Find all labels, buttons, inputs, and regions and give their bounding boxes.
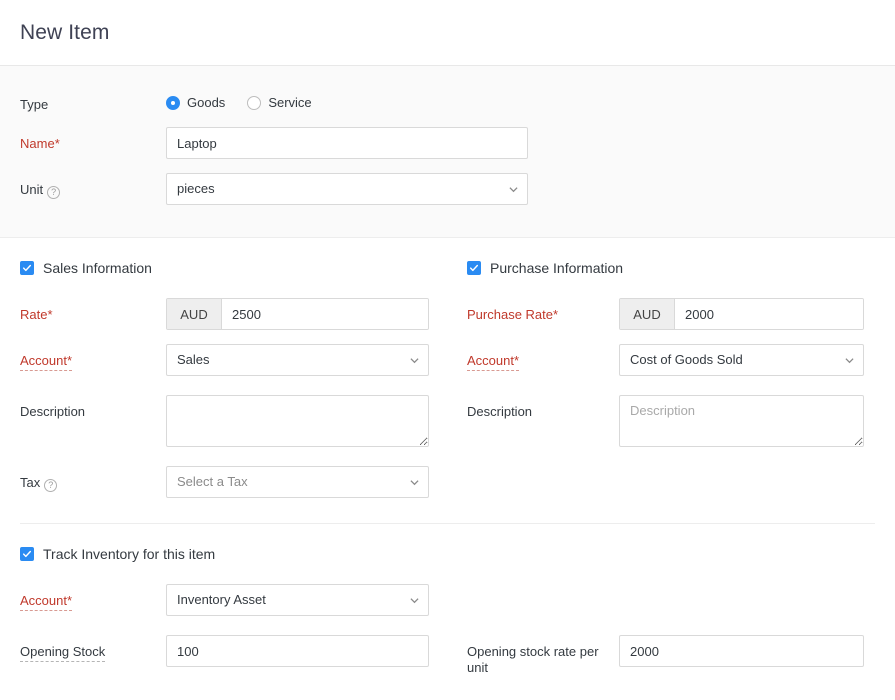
- purchase-account-required-star: *: [514, 353, 519, 368]
- opening-stock-row: Opening Stock: [0, 635, 447, 667]
- name-input[interactable]: [166, 127, 528, 159]
- sales-information-checkbox[interactable]: [20, 261, 34, 275]
- sales-tax-row: Tax? Select a Tax: [0, 466, 447, 503]
- inventory-account-select-value[interactable]: Inventory Asset: [166, 584, 429, 616]
- radio-service-indicator[interactable]: [247, 96, 261, 110]
- opening-rate-label: Opening stock rate per unit: [447, 635, 619, 676]
- inventory-account-label-inner: Account*: [20, 593, 72, 611]
- type-label: Type: [0, 88, 166, 113]
- sales-purchase-columns: Sales Information Rate* AUD Account* Sal…: [0, 238, 895, 517]
- opening-stock-label: Opening Stock: [0, 635, 166, 660]
- type-row: Type Goods Service: [0, 88, 895, 113]
- purchase-rate-label: Purchase Rate*: [447, 298, 619, 323]
- opening-stock-input[interactable]: [166, 635, 429, 667]
- purchase-account-label: Account*: [447, 344, 619, 369]
- sales-description-label: Description: [0, 395, 166, 420]
- help-icon[interactable]: ?: [44, 479, 57, 492]
- name-label-text: Name: [20, 136, 55, 151]
- sales-tax-select-value[interactable]: Select a Tax: [166, 466, 429, 498]
- purchase-description-label: Description: [447, 395, 619, 420]
- purchase-information-header[interactable]: Purchase Information: [447, 260, 894, 276]
- radio-goods-indicator[interactable]: [166, 96, 180, 110]
- track-inventory-title: Track Inventory for this item: [43, 546, 215, 562]
- sales-tax-label-text: Tax: [20, 475, 40, 490]
- purchase-account-label-inner: Account*: [467, 353, 519, 371]
- inventory-account-select[interactable]: Inventory Asset: [166, 584, 429, 616]
- opening-rate-col: Opening stock rate per unit: [447, 635, 894, 690]
- inventory-stock-columns: Opening Stock Opening stock rate per uni…: [0, 635, 895, 690]
- sales-description-row: Description: [0, 395, 447, 452]
- track-inventory-header[interactable]: Track Inventory for this item: [0, 546, 895, 562]
- unit-label: Unit?: [0, 173, 166, 199]
- purchase-rate-row: Purchase Rate* AUD: [447, 298, 894, 330]
- purchase-account-row: Account* Cost of Goods Sold: [447, 344, 894, 381]
- purchase-rate-input[interactable]: [675, 299, 863, 329]
- sales-rate-label-text: Rate: [20, 307, 47, 322]
- purchase-description-row: Description: [447, 395, 894, 452]
- purchase-rate-group[interactable]: AUD: [619, 298, 864, 330]
- track-inventory-section: Track Inventory for this item Account* I…: [0, 524, 895, 690]
- name-required-star: *: [55, 136, 60, 151]
- purchase-information-checkbox[interactable]: [467, 261, 481, 275]
- sales-description-textarea[interactable]: [166, 395, 429, 447]
- type-radio-group[interactable]: Goods Service: [166, 88, 895, 110]
- sales-information-title: Sales Information: [43, 260, 152, 276]
- purchase-account-label-text: Account: [467, 353, 514, 368]
- purchase-rate-label-text: Purchase Rate: [467, 307, 553, 322]
- purchase-account-select[interactable]: Cost of Goods Sold: [619, 344, 864, 376]
- sales-rate-input[interactable]: [222, 299, 428, 329]
- sales-tax-label: Tax?: [0, 466, 166, 492]
- sales-account-select-value[interactable]: Sales: [166, 344, 429, 376]
- sales-rate-row: Rate* AUD: [0, 298, 447, 330]
- sales-account-label: Account*: [0, 344, 166, 369]
- opening-rate-row: Opening stock rate per unit: [447, 635, 894, 676]
- opening-rate-input[interactable]: [619, 635, 864, 667]
- sales-account-label-text: Account: [20, 353, 67, 368]
- purchase-rate-currency: AUD: [620, 299, 675, 329]
- unit-select[interactable]: pieces: [166, 173, 528, 205]
- purchase-rate-required-star: *: [553, 307, 558, 322]
- sales-account-row: Account* Sales: [0, 344, 447, 381]
- basic-info-section: Type Goods Service Name* Unit? pieces: [0, 66, 895, 238]
- unit-row: Unit? pieces: [0, 173, 895, 210]
- track-inventory-checkbox[interactable]: [20, 547, 34, 561]
- purchase-account-select-value[interactable]: Cost of Goods Sold: [619, 344, 864, 376]
- inventory-account-required-star: *: [67, 593, 72, 608]
- sales-rate-group[interactable]: AUD: [166, 298, 429, 330]
- sales-tax-select[interactable]: Select a Tax: [166, 466, 429, 498]
- sales-account-label-inner: Account*: [20, 353, 72, 371]
- opening-stock-label-text: Opening Stock: [20, 644, 105, 662]
- inventory-account-row: Account* Inventory Asset: [0, 584, 895, 621]
- sales-rate-currency: AUD: [167, 299, 222, 329]
- sales-rate-label: Rate*: [0, 298, 166, 323]
- help-icon[interactable]: ?: [47, 186, 60, 199]
- name-label: Name*: [0, 127, 166, 152]
- radio-goods-label: Goods: [187, 95, 225, 110]
- page-header: New Item: [0, 0, 895, 66]
- purchase-information-title: Purchase Information: [490, 260, 623, 276]
- purchase-description-textarea[interactable]: [619, 395, 864, 447]
- radio-goods[interactable]: Goods: [166, 95, 225, 110]
- sales-information-header[interactable]: Sales Information: [0, 260, 447, 276]
- sales-information-section: Sales Information Rate* AUD Account* Sal…: [0, 260, 447, 517]
- name-row: Name*: [0, 127, 895, 159]
- opening-stock-col: Opening Stock: [0, 635, 447, 690]
- unit-select-value[interactable]: pieces: [166, 173, 528, 205]
- radio-service[interactable]: Service: [247, 95, 311, 110]
- purchase-information-section: Purchase Information Purchase Rate* AUD …: [447, 260, 894, 517]
- radio-service-label: Service: [268, 95, 311, 110]
- sales-account-select[interactable]: Sales: [166, 344, 429, 376]
- page-title: New Item: [20, 21, 110, 45]
- inventory-account-label-text: Account: [20, 593, 67, 608]
- sales-rate-required-star: *: [47, 307, 52, 322]
- inventory-account-label: Account*: [0, 584, 166, 609]
- unit-label-text: Unit: [20, 182, 43, 197]
- sales-account-required-star: *: [67, 353, 72, 368]
